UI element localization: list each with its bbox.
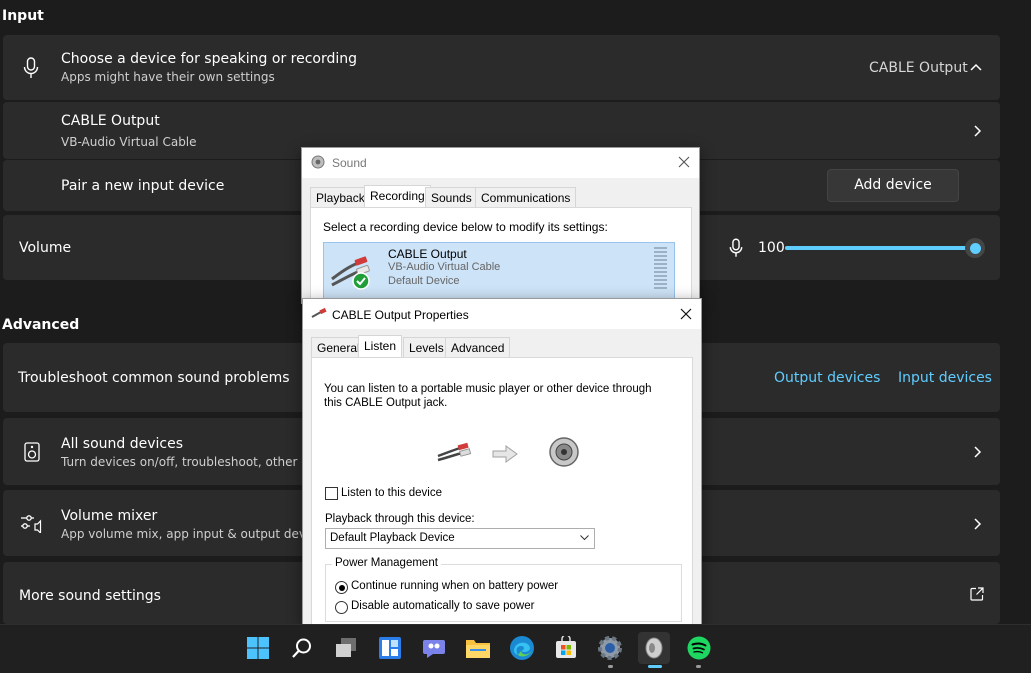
recording-device-desc: VB-Audio Virtual Cable [388,261,501,273]
volume-mixer-subtitle: App volume mix, app input & output devic… [61,527,330,541]
radio-disable[interactable] [335,601,348,614]
sound-dialog: Sound Playback Recording Sounds Communic… [301,147,700,304]
all-sound-devices-title: All sound devices [61,436,184,452]
sound-dialog-tabs: Playback Recording Sounds Communications [310,185,690,209]
listen-description: You can listen to a portable music playe… [324,383,652,409]
cable-jack-icon [331,256,370,290]
arrow-right-icon [492,445,518,463]
open-external-icon [970,587,984,601]
radio-continue-label: Continue running when on battery power [351,580,559,592]
listen-tab-panel: You can listen to a portable music playe… [311,357,693,626]
power-management-title: Power Management [332,557,441,569]
file-explorer-icon[interactable] [462,632,494,664]
volume-slider-thumb[interactable] [965,238,985,258]
volume-title: Volume [19,240,72,256]
chevron-down-icon [580,535,589,541]
troubleshoot-title: Troubleshoot common sound problems [18,370,290,386]
edge-icon[interactable] [506,632,538,664]
active-app-indicator [648,665,662,668]
recording-device-name: CABLE Output [388,247,467,261]
spotify-icon[interactable] [683,632,715,664]
input-jack-icon [437,442,472,462]
playback-device-value: Default Playback Device [330,532,455,544]
properties-tabs: General Listen Levels Advanced [311,335,691,359]
properties-title: CABLE Output Properties [332,308,469,322]
input-device-description: VB-Audio Virtual Cable [61,135,197,149]
sound-dialog-title: Sound [332,156,367,170]
listen-checkbox[interactable] [325,487,338,500]
speaker-icon [24,442,40,462]
volume-mixer-title: Volume mixer [61,508,158,524]
level-meter [654,247,667,291]
settings-icon[interactable] [594,632,626,664]
radio-continue[interactable] [335,581,348,594]
cable-jack-small-icon [311,307,327,318]
advanced-section-title: Advanced [2,317,80,333]
recording-device-status: Default Device [388,275,460,287]
choose-device-title: Choose a device for speaking or recordin… [61,51,358,67]
speaker-output-icon [549,437,579,467]
more-sound-settings-title: More sound settings [19,588,161,604]
chat-icon[interactable] [418,632,450,664]
tab-playback[interactable]: Playback [310,187,371,207]
radio-disable-label: Disable automatically to save power [351,600,535,612]
input-section-title: Input [2,8,44,24]
chevron-right-icon [974,125,982,137]
sound-dialog-titlebar[interactable]: Sound [302,148,699,178]
tab-sounds[interactable]: Sounds [425,187,478,207]
close-icon[interactable] [678,156,690,168]
playback-through-label: Playback through this device: [325,513,475,525]
selected-input-device: CABLE Output [869,60,968,76]
tab-recording[interactable]: Recording [364,185,431,207]
sound-speaker-icon [311,155,325,169]
volume-value: 100 [758,240,785,256]
recording-instruction: Select a recording device below to modif… [323,220,608,234]
microphone-icon [23,57,39,78]
cable-output-properties-dialog: CABLE Output Properties General Listen L… [302,298,702,626]
volume-slider-fill [785,246,975,250]
power-management-group: Power Management Continue running when o… [325,557,682,622]
store-icon[interactable] [550,632,582,664]
widgets-icon[interactable] [374,632,406,664]
choose-input-device-row[interactable]: Choose a device for speaking or recordin… [3,35,1000,100]
running-app-dot [608,665,613,668]
close-icon[interactable] [680,308,692,320]
choose-device-subtitle: Apps might have their own settings [61,70,275,84]
recording-device-item[interactable]: CABLE Output VB-Audio Virtual Cable Defa… [323,242,675,300]
running-app-dot [696,665,701,668]
chevron-right-icon [974,518,982,530]
all-sound-devices-subtitle: Turn devices on/off, troubleshoot, other… [61,455,325,469]
input-devices-link[interactable]: Input devices [898,370,992,386]
input-device-name: CABLE Output [61,113,160,129]
task-view-icon[interactable] [330,632,362,664]
chevron-right-icon [974,446,982,458]
sound-app-icon[interactable] [638,632,670,664]
tab-listen[interactable]: Listen [358,335,403,357]
tab-communications[interactable]: Communications [475,187,577,207]
tab-levels[interactable]: Levels [403,337,450,357]
volume-slider-track[interactable] [785,246,975,250]
tab-advanced[interactable]: Advanced [445,337,511,357]
windows-start-icon[interactable] [242,632,274,664]
output-devices-link[interactable]: Output devices [774,370,880,386]
microphone-volume-icon[interactable] [729,238,743,258]
add-device-button[interactable]: Add device [827,169,959,202]
pair-device-title: Pair a new input device [61,178,225,194]
search-icon[interactable] [286,632,318,664]
recording-tab-panel: Select a recording device below to modif… [310,207,692,304]
playback-device-select[interactable]: Default Playback Device [325,528,595,549]
listen-checkbox-label: Listen to this device [341,487,443,499]
chevron-up-icon[interactable] [967,59,985,77]
mixer-icon [21,515,42,533]
properties-titlebar[interactable]: CABLE Output Properties [303,299,701,329]
